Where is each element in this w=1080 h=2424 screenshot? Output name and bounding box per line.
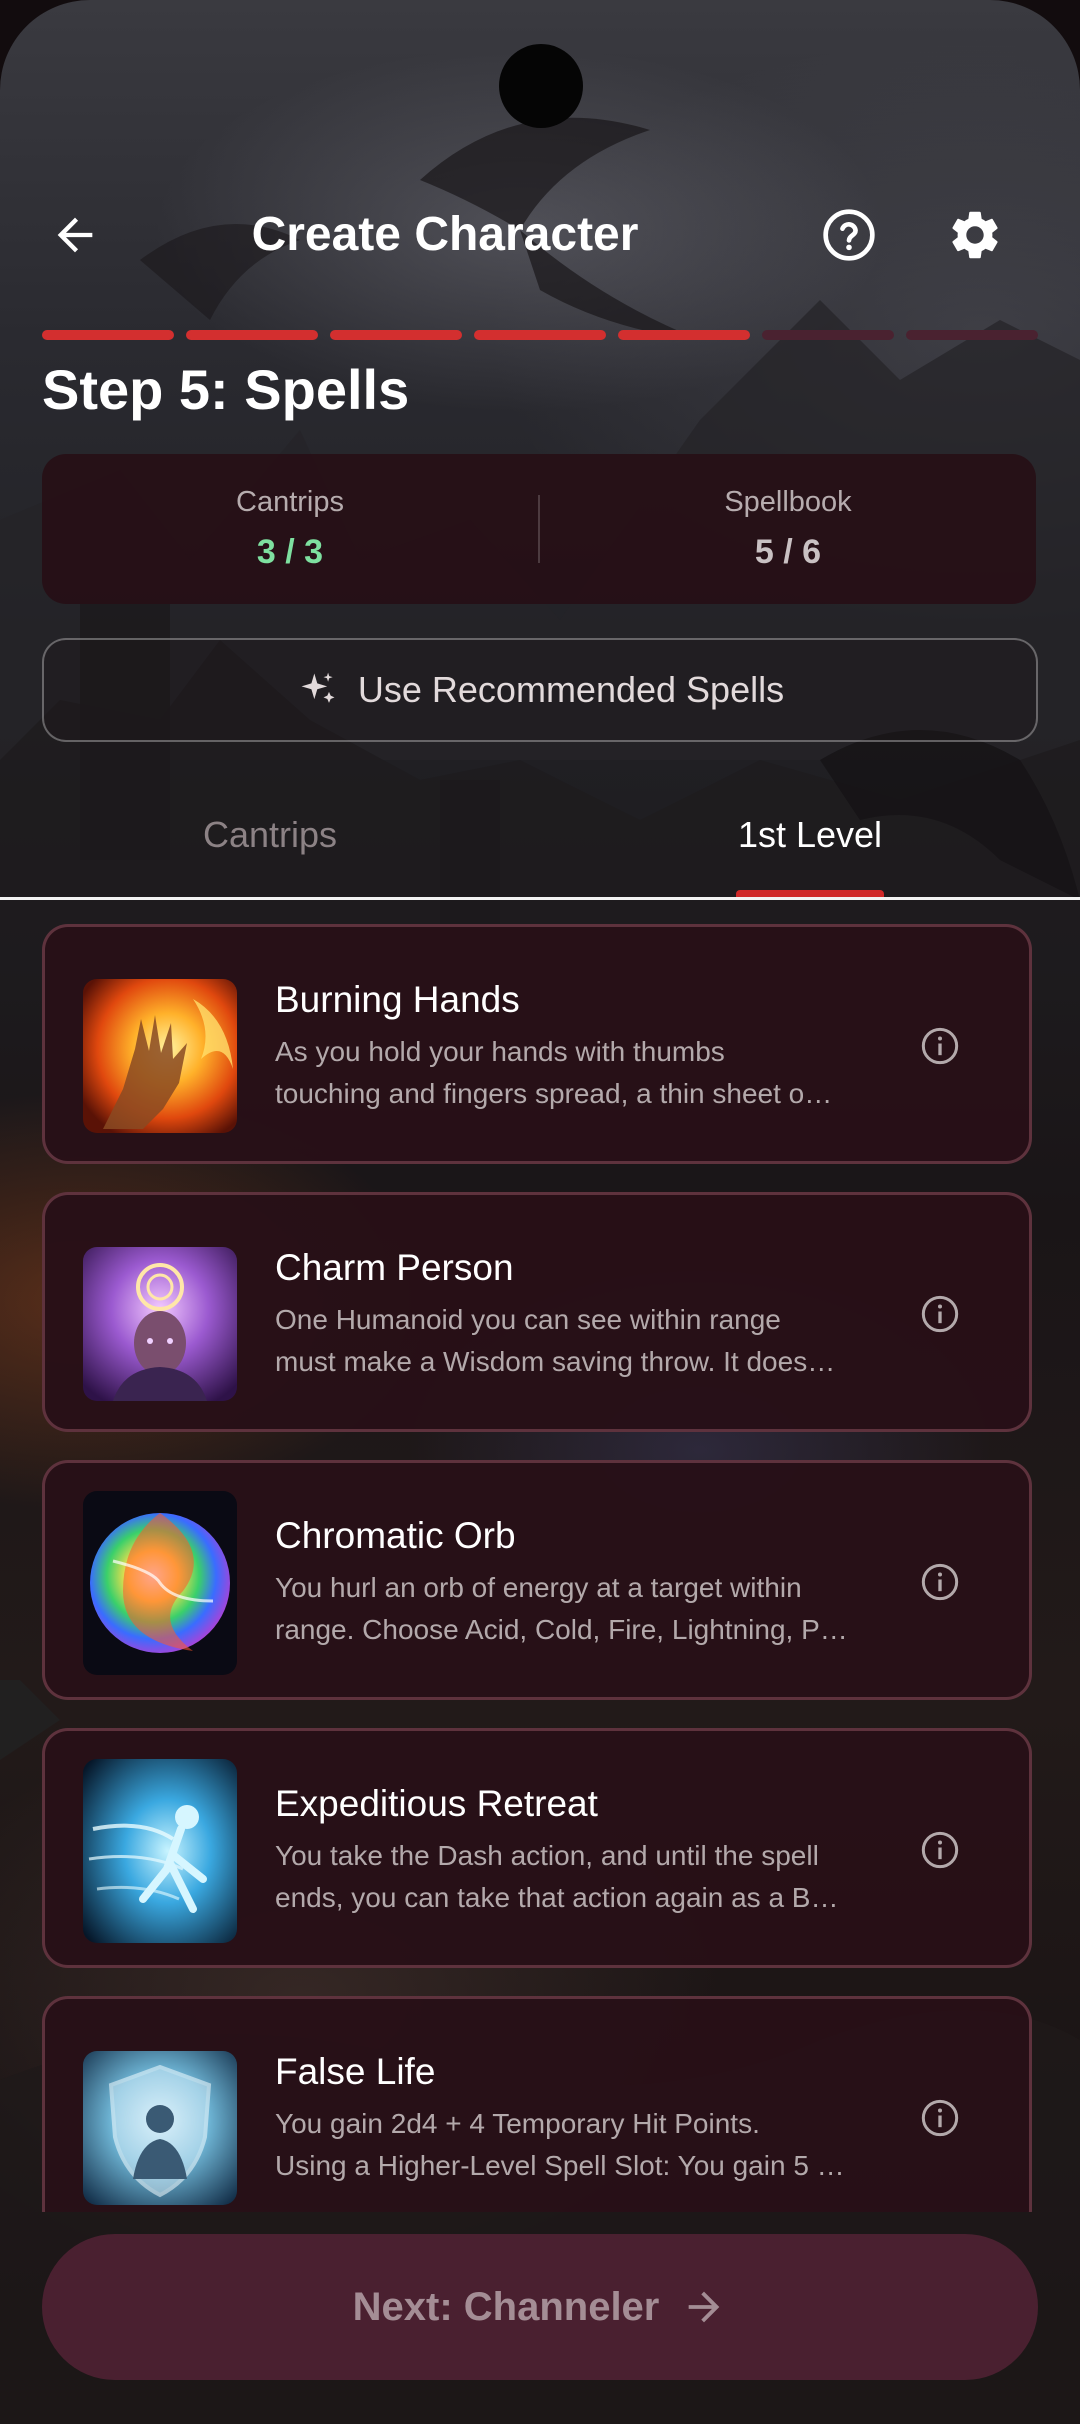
info-icon xyxy=(921,1027,959,1065)
spell-summary-card: Cantrips 3 / 3 Spellbook 5 / 6 xyxy=(42,454,1036,604)
back-button[interactable] xyxy=(30,190,120,280)
info-icon xyxy=(921,2099,959,2137)
spell-description-line: touching and fingers spread, a thin shee… xyxy=(275,1078,833,1109)
camera-cutout xyxy=(499,44,583,128)
spellbook-summary: Spellbook 5 / 6 xyxy=(540,486,1036,572)
spell-description: One Humanoid you can see within range mu… xyxy=(275,1299,915,1383)
page-title: Create Character xyxy=(251,208,639,261)
spell-card-chromatic-orb[interactable]: Chromatic Orb You hurl an orb of energy … xyxy=(42,1460,1032,1700)
info-icon xyxy=(921,1831,959,1869)
spell-description-line: You take the Dash action, and until the … xyxy=(275,1840,819,1871)
gear-icon xyxy=(952,211,998,259)
spell-info-button[interactable] xyxy=(905,1547,975,1617)
progress-segment xyxy=(330,330,462,340)
tab-cantrips[interactable]: Cantrips xyxy=(120,790,420,880)
spell-info-button[interactable] xyxy=(905,2083,975,2153)
spell-card-expeditious-retreat[interactable]: Expeditious Retreat You take the Dash ac… xyxy=(42,1728,1032,1968)
spell-info-button[interactable] xyxy=(905,1011,975,1081)
spell-description-line: range. Choose Acid, Cold, Fire, Lightnin… xyxy=(275,1614,848,1645)
info-icon xyxy=(921,1563,959,1601)
use-recommended-spells-button[interactable]: Use Recommended Spells xyxy=(42,638,1038,742)
use-recommended-spells-label: Use Recommended Spells xyxy=(357,669,785,710)
sparkles-icon xyxy=(301,672,335,703)
info-icon xyxy=(921,1295,959,1333)
spell-description: As you hold your hands with thumbs touch… xyxy=(275,1031,915,1115)
spellbook-count: 5 / 6 xyxy=(754,533,822,571)
chromatic-orb-image xyxy=(83,1491,237,1675)
burning-hands-image xyxy=(83,979,237,1133)
step-progress-bar xyxy=(42,330,1038,340)
spell-info-button[interactable] xyxy=(905,1815,975,1885)
spell-level-tabs: Cantrips 1st Level xyxy=(0,790,1080,900)
spellbook-label: Spellbook xyxy=(724,486,852,518)
tab-1st-level[interactable]: 1st Level xyxy=(660,790,960,880)
settings-button[interactable] xyxy=(930,190,1020,280)
step-title: Step 5: Spells xyxy=(42,358,410,421)
spell-description: You gain 2d4 + 4 Temporary Hit Points. U… xyxy=(275,2103,915,2187)
cantrips-count: 3 / 3 xyxy=(256,533,324,571)
spell-info-button[interactable] xyxy=(905,1279,975,1349)
spell-card-burning-hands[interactable]: Burning Hands As you hold your hands wit… xyxy=(42,924,1032,1164)
spell-description-line: One Humanoid you can see within range xyxy=(275,1304,781,1335)
app-screen: Create Character Step 5: Spells Cantrips… xyxy=(0,0,1080,2424)
spell-card-charm-person[interactable]: Charm Person One Humanoid you can see wi… xyxy=(42,1192,1032,1432)
next-step-label: Next: Channeler xyxy=(352,2284,660,2329)
progress-segment xyxy=(42,330,174,340)
expeditious-retreat-image xyxy=(83,1759,237,1943)
arrow-right-icon xyxy=(689,2291,720,2323)
spell-description-line: As you hold your hands with thumbs xyxy=(275,1036,725,1067)
progress-segment xyxy=(906,330,1038,340)
charm-person-image xyxy=(83,1247,237,1401)
spell-description-line: ends, you can take that action again as … xyxy=(275,1882,839,1913)
progress-segment xyxy=(762,330,894,340)
cantrips-label: Cantrips xyxy=(236,486,344,518)
top-app-bar: Create Character xyxy=(0,190,1080,280)
cantrips-summary: Cantrips 3 / 3 xyxy=(42,486,538,572)
spell-name: Charm Person xyxy=(275,1247,514,1288)
spell-name: Chromatic Orb xyxy=(275,1515,516,1556)
spell-name: Expeditious Retreat xyxy=(275,1783,598,1824)
false-life-image xyxy=(83,2051,237,2205)
spell-description-line: You hurl an orb of energy at a target wi… xyxy=(275,1572,802,1603)
spell-description-line: You gain 2d4 + 4 Temporary Hit Points. xyxy=(275,2108,760,2139)
spell-name: False Life xyxy=(275,2051,436,2092)
spell-card-false-life[interactable]: False Life You gain 2d4 + 4 Temporary Hi… xyxy=(42,1996,1032,2212)
spell-description-line: must make a Wisdom saving throw. It does… xyxy=(275,1346,836,1377)
spell-description: You hurl an orb of energy at a target wi… xyxy=(275,1567,915,1651)
next-step-button[interactable]: Next: Channeler xyxy=(42,2234,1038,2380)
spell-name: Burning Hands xyxy=(275,979,520,1020)
spell-list[interactable]: Burning Hands As you hold your hands wit… xyxy=(42,924,1038,2212)
progress-segment xyxy=(474,330,606,340)
progress-segment xyxy=(618,330,750,340)
arrow-left-icon xyxy=(57,217,93,253)
tab-divider xyxy=(0,897,1080,900)
spell-description: You take the Dash action, and until the … xyxy=(275,1835,915,1919)
help-button[interactable] xyxy=(804,190,894,280)
spell-description-line: Using a Higher-Level Spell Slot: You gai… xyxy=(275,2150,845,2181)
help-circle-icon xyxy=(823,209,875,261)
progress-segment xyxy=(186,330,318,340)
